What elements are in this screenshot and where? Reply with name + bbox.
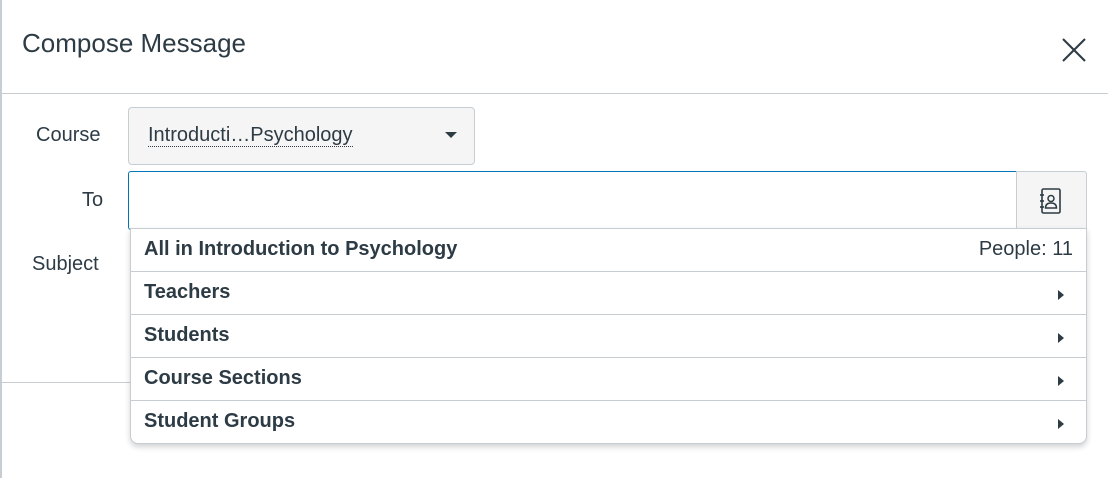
compose-message-dialog: Compose Message Course Introducti…Psycho… — [0, 0, 1108, 478]
close-icon — [1062, 38, 1086, 62]
dropdown-item-label: Students — [144, 324, 230, 346]
dropdown-item-label: All in Introduction to Psychology — [144, 238, 458, 260]
to-label: To — [82, 189, 104, 211]
section-divider — [2, 382, 132, 383]
dialog-header: Compose Message — [2, 0, 1108, 94]
close-button[interactable] — [1060, 36, 1088, 64]
dialog-title: Compose Message — [22, 28, 246, 58]
caret-right-icon — [1058, 333, 1064, 343]
dropdown-item-label: Teachers — [144, 281, 231, 303]
caret-right-icon — [1058, 376, 1064, 386]
address-book-button[interactable] — [1016, 171, 1087, 230]
caret-down-icon — [445, 132, 457, 138]
dropdown-item-all-in-course[interactable]: All in Introduction to Psychology People… — [131, 229, 1086, 272]
caret-right-icon — [1058, 290, 1064, 300]
address-book-icon — [1040, 188, 1061, 214]
dropdown-item-label: Student Groups — [144, 410, 296, 432]
caret-right-icon — [1058, 419, 1064, 429]
course-select-value: Introducti…Psychology — [148, 124, 353, 147]
course-select[interactable]: Introducti…Psychology — [128, 107, 475, 165]
dropdown-item-student-groups[interactable]: Student Groups — [131, 401, 1086, 443]
dropdown-item-students[interactable]: Students — [131, 315, 1086, 358]
recipients-dropdown: All in Introduction to Psychology People… — [130, 228, 1087, 444]
course-label: Course — [36, 124, 101, 146]
dropdown-item-teachers[interactable]: Teachers — [131, 272, 1086, 315]
to-input[interactable] — [128, 171, 1016, 230]
dropdown-item-label: Course Sections — [144, 367, 302, 389]
dropdown-item-course-sections[interactable]: Course Sections — [131, 358, 1086, 401]
people-count: People: 11 — [978, 238, 1073, 260]
subject-label: Subject — [32, 253, 99, 275]
